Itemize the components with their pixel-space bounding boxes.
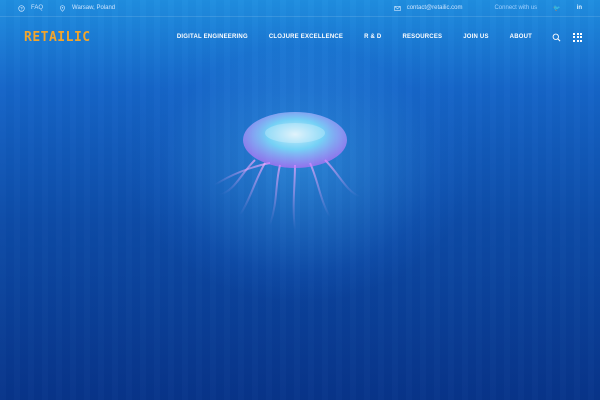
email-text: contact@retailic.com xyxy=(406,5,463,11)
nav-digital-engineering[interactable]: DIGITAL ENGINEERING xyxy=(177,34,248,40)
nav-join-us[interactable]: JOIN US xyxy=(463,34,488,40)
question-icon xyxy=(18,4,25,12)
nav-resources[interactable]: RESOURCES xyxy=(402,34,442,40)
grid-menu-icon[interactable] xyxy=(573,32,582,42)
connect-label: Connect with us xyxy=(494,5,538,11)
retailic-logo[interactable]: RETAILIC xyxy=(24,30,91,45)
location-pin-icon xyxy=(60,4,65,12)
location-info: Warsaw, Poland xyxy=(59,4,116,12)
linkedin-icon[interactable]: in xyxy=(577,5,582,11)
jellyfish-image xyxy=(214,112,361,231)
top-bar: FAQ Warsaw, Poland contact@retailic.com … xyxy=(0,0,600,17)
nav-about[interactable]: ABOUT xyxy=(510,34,532,40)
twitter-icon[interactable]: 🐦 xyxy=(553,5,560,12)
main-nav: DIGITAL ENGINEERING CLOJURE EXCELLENCE R… xyxy=(177,34,532,40)
nav-clojure-excellence[interactable]: CLOJURE EXCELLENCE xyxy=(269,34,343,40)
faq-label: FAQ xyxy=(31,5,44,11)
nav-rnd[interactable]: R & D xyxy=(364,34,381,40)
email-link[interactable]: contact@retailic.com xyxy=(394,5,463,12)
main-navbar: RETAILIC DIGITAL ENGINEERING CLOJURE EXC… xyxy=(0,27,600,47)
location-text: Warsaw, Poland xyxy=(72,5,116,11)
envelope-icon xyxy=(394,5,401,11)
faq-link[interactable]: FAQ xyxy=(18,4,44,12)
search-icon[interactable] xyxy=(552,33,561,42)
